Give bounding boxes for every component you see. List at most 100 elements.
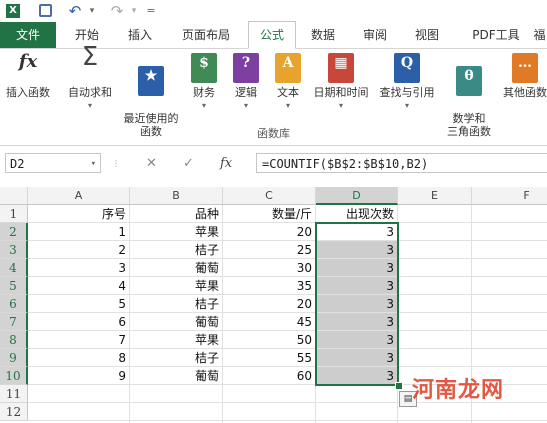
table-cell[interactable]: 3 — [316, 367, 398, 385]
table-cell[interactable]: 5 — [28, 295, 130, 313]
cell-d1[interactable]: 出现次数 — [316, 205, 398, 223]
tab-data[interactable]: 数据 — [302, 22, 344, 48]
row-header[interactable]: 9 — [0, 349, 28, 367]
text-button[interactable]: A 文本 ▾ — [270, 53, 306, 112]
formula-input[interactable]: =COUNTIF($B$2:$B$10,B2) — [256, 153, 547, 173]
tab-file[interactable]: 文件 — [0, 22, 56, 48]
table-cell[interactable]: 3 — [316, 295, 398, 313]
logical-label: 逻辑 — [235, 86, 257, 99]
financial-button[interactable]: $ 财务 ▾ — [186, 53, 222, 112]
table-cell[interactable]: 60 — [223, 367, 316, 385]
table-cell[interactable]: 8 — [28, 349, 130, 367]
table-cell[interactable]: 葡萄 — [130, 313, 223, 331]
tab-more[interactable]: 福 — [532, 22, 547, 48]
gridline — [397, 205, 398, 423]
table-cell[interactable]: 9 — [28, 367, 130, 385]
tab-pdf-tools[interactable]: PDF工具 — [464, 22, 528, 48]
redo-icon[interactable]: ↷ — [106, 2, 128, 20]
column-header-f[interactable]: F — [472, 187, 547, 205]
tab-page-layout[interactable]: 页面布局 — [170, 22, 242, 48]
table-cell[interactable]: 苹果 — [130, 223, 223, 241]
table-cell[interactable]: 3 — [316, 349, 398, 367]
more-functions-button[interactable]: … 其他函数 — [500, 53, 547, 99]
table-cell[interactable]: 3 — [316, 277, 398, 295]
row-header[interactable]: 8 — [0, 331, 28, 349]
tab-insert[interactable]: 插入 — [118, 22, 162, 48]
table-cell[interactable]: 苹果 — [130, 277, 223, 295]
table-cell[interactable]: 3 — [316, 313, 398, 331]
question-icon: ? — [233, 53, 259, 83]
cell-a1[interactable]: 序号 — [28, 205, 130, 223]
table-cell[interactable]: 20 — [223, 295, 316, 313]
table-cell[interactable]: 45 — [223, 313, 316, 331]
row-header[interactable]: 5 — [0, 277, 28, 295]
table-cell[interactable]: 25 — [223, 241, 316, 259]
table-cell[interactable]: 20 — [223, 223, 316, 241]
logical-button[interactable]: ? 逻辑 ▾ — [228, 53, 264, 112]
column-header-a[interactable]: A — [28, 187, 130, 205]
table-cell[interactable]: 55 — [223, 349, 316, 367]
cancel-icon[interactable]: ✕ — [146, 154, 157, 174]
table-cell[interactable]: 6 — [28, 313, 130, 331]
row-header[interactable]: 1 — [0, 205, 28, 223]
calendar-icon: ▦ — [328, 53, 354, 83]
text-label: 文本 — [277, 86, 299, 99]
column-header-c[interactable]: C — [223, 187, 316, 205]
autosum-button[interactable]: Σ 自动求和 ▾ — [62, 42, 118, 112]
sigma-icon: Σ — [81, 42, 99, 72]
gridline — [222, 385, 223, 423]
customize-qat-icon[interactable]: = — [144, 2, 158, 20]
row-header[interactable]: 6 — [0, 295, 28, 313]
enter-icon[interactable]: ✓ — [183, 154, 194, 174]
cell-f1[interactable] — [472, 205, 547, 223]
date-time-button[interactable]: ▦ 日期和时间 ▾ — [308, 53, 374, 112]
insert-function-icon[interactable]: fx — [220, 154, 232, 174]
row-header[interactable]: 11 — [0, 385, 28, 403]
row-header[interactable]: 12 — [0, 403, 28, 421]
table-cell[interactable]: 3 — [316, 223, 398, 241]
table-cell[interactable]: 30 — [223, 259, 316, 277]
column-header-d[interactable]: D — [316, 187, 398, 205]
table-cell[interactable]: 2 — [28, 241, 130, 259]
select-all-corner[interactable] — [0, 187, 28, 205]
tab-review[interactable]: 审阅 — [354, 22, 396, 48]
table-cell[interactable]: 苹果 — [130, 331, 223, 349]
redo-dropdown-icon[interactable]: ▾ — [129, 2, 139, 20]
row-header[interactable]: 10 — [0, 367, 28, 385]
resize-handle-icon[interactable]: ⋮ — [112, 154, 120, 174]
table-cell[interactable]: 1 — [28, 223, 130, 241]
cell-b1[interactable]: 品种 — [130, 205, 223, 223]
table-cell[interactable]: 3 — [28, 259, 130, 277]
table-cell[interactable]: 4 — [28, 277, 130, 295]
row-header[interactable]: 4 — [0, 259, 28, 277]
table-cell[interactable]: 7 — [28, 331, 130, 349]
table-cell[interactable]: 桔子 — [130, 349, 223, 367]
column-header-e[interactable]: E — [398, 187, 472, 205]
tab-view[interactable]: 视图 — [406, 22, 448, 48]
table-cell[interactable]: 桔子 — [130, 295, 223, 313]
fill-handle[interactable] — [395, 382, 403, 390]
table-cell[interactable]: 35 — [223, 277, 316, 295]
insert-function-button[interactable]: fx 插入函数 — [2, 53, 54, 100]
tab-formulas[interactable]: 公式 — [248, 21, 296, 49]
row-header[interactable]: 2 — [0, 223, 28, 241]
row-header[interactable]: 7 — [0, 313, 28, 331]
save-icon[interactable] — [36, 2, 54, 20]
undo-dropdown-icon[interactable]: ▾ — [87, 2, 97, 20]
cell-c1[interactable]: 数量/斤 — [223, 205, 316, 223]
table-cell[interactable]: 50 — [223, 331, 316, 349]
table-cell[interactable]: 桔子 — [130, 241, 223, 259]
table-cell[interactable]: 3 — [316, 331, 398, 349]
table-cell[interactable]: 葡萄 — [130, 259, 223, 277]
lookup-reference-button[interactable]: Q 查找与引用 ▾ — [374, 53, 440, 112]
undo-icon[interactable]: ↶ — [64, 2, 86, 20]
column-header-b[interactable]: B — [130, 187, 223, 205]
row-header[interactable]: 3 — [0, 241, 28, 259]
chevron-down-icon[interactable]: ▾ — [91, 154, 96, 174]
table-cell[interactable]: 3 — [316, 259, 398, 277]
table-cell[interactable]: 葡萄 — [130, 367, 223, 385]
cell-e1[interactable] — [398, 205, 472, 223]
table-cell[interactable]: 3 — [316, 241, 398, 259]
name-box[interactable]: D2 ▾ — [5, 153, 101, 173]
gridline — [129, 385, 130, 423]
